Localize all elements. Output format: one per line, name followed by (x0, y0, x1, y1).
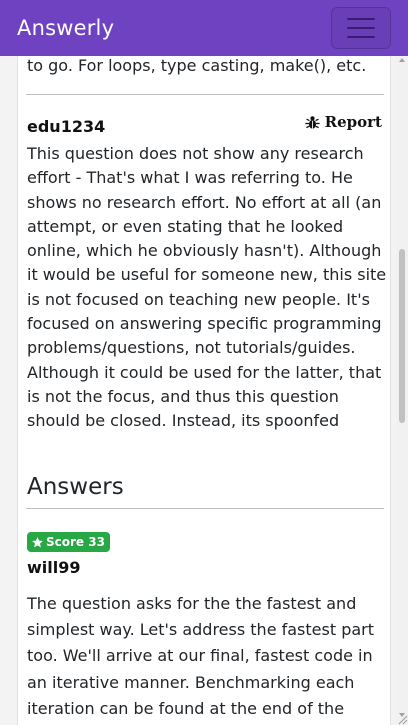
comment-body: This question does not show any research… (27, 144, 387, 431)
hamburger-menu-icon (347, 18, 375, 20)
question-card: to go. For loops, type casting, make(), … (17, 56, 391, 725)
answer-body: The question asks for the the fastest an… (27, 594, 375, 718)
report-button[interactable]: Report (304, 113, 382, 131)
resize-grip-icon[interactable] (396, 713, 408, 725)
score-label: Score 33 (46, 535, 105, 549)
hamburger-menu-button[interactable] (331, 7, 391, 49)
answers-heading: Answers (27, 474, 124, 500)
brand-logo-text[interactable]: Answerly (17, 16, 114, 40)
answer-username[interactable]: will99 (27, 558, 81, 577)
top-navbar: Answerly (0, 0, 408, 56)
star-icon (32, 536, 43, 547)
question-body-tail: to go. For loops, type casting, make(), … (27, 56, 367, 75)
bug-icon (305, 115, 320, 129)
report-label: Report (324, 113, 382, 131)
page-scrollbar[interactable] (396, 56, 408, 725)
scroll-thumb[interactable] (399, 249, 405, 423)
comment-username[interactable]: edu1234 (27, 117, 105, 136)
divider (26, 508, 384, 509)
scroll-up-arrow-icon[interactable] (399, 58, 405, 62)
divider (26, 94, 384, 95)
score-badge: Score 33 (27, 532, 110, 552)
